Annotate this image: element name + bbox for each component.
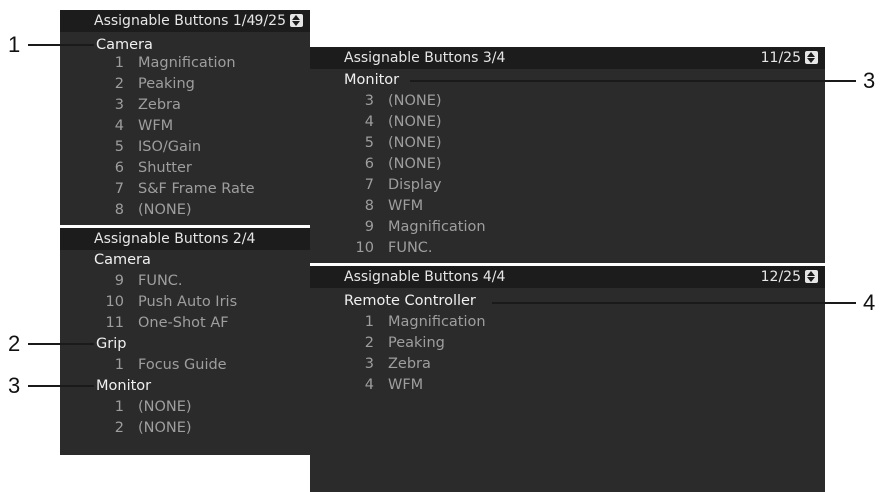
panel-2-title: Assignable Buttons 2/4 (94, 231, 256, 247)
menu-item[interactable]: 6 (NONE) (365, 154, 442, 174)
panel-1-title: Assignable Buttons 1/4 (94, 13, 256, 29)
menu-item[interactable]: 1 Focus Guide (115, 355, 227, 375)
menu-item[interactable]: 10 Push Auto Iris (106, 292, 238, 312)
menu-item[interactable]: 6 Shutter (115, 158, 192, 178)
menu-category-monitor[interactable]: Monitor (96, 376, 151, 396)
menu-item[interactable]: 5 (NONE) (365, 133, 442, 153)
menu-item[interactable]: 8 (NONE) (115, 200, 192, 220)
menu-item[interactable]: 5 ISO/Gain (115, 137, 201, 157)
panel-3-header: Assignable Buttons 3/4 11/25 (310, 47, 825, 69)
callout-number: 4 (863, 290, 876, 315)
menu-category-camera[interactable]: Camera (94, 250, 151, 270)
menu-item[interactable]: 8 WFM (365, 196, 423, 216)
callout-line (410, 80, 856, 82)
menu-item[interactable]: 4 WFM (115, 116, 173, 136)
panel-2-header: Assignable Buttons 2/4 (60, 228, 310, 250)
up-down-arrow-icon[interactable] (805, 51, 818, 64)
up-down-arrow-icon[interactable] (805, 270, 818, 283)
menu-item[interactable]: 10 FUNC. (356, 238, 433, 258)
menu-item[interactable]: 1 (NONE) (115, 397, 192, 417)
menu-item[interactable]: 9 Magnification (365, 217, 486, 237)
panel-3-page-number: 11/25 (760, 50, 801, 66)
menu-item[interactable]: 7 S&F Frame Rate (115, 179, 255, 199)
menu-item[interactable]: 3 Zebra (115, 95, 181, 115)
menu-category-grip[interactable]: Grip (96, 334, 126, 354)
menu-panel-1: Assignable Buttons 1/4 9/25 Camera 1 Magn… (60, 10, 310, 225)
panel-1-header: Assignable Buttons 1/4 9/25 (60, 10, 310, 32)
callout-line (28, 385, 94, 387)
menu-item[interactable]: 4 (NONE) (365, 112, 442, 132)
menu-item[interactable]: 2 (NONE) (115, 418, 192, 438)
panel-4-page-number: 12/25 (760, 269, 801, 285)
panel-3-title: Assignable Buttons 3/4 (344, 50, 506, 66)
menu-item[interactable]: 1 Magnification (365, 312, 486, 332)
menu-item[interactable]: 2 Peaking (115, 74, 195, 94)
callout-number: 2 (8, 331, 21, 356)
menu-category-remote-controller[interactable]: Remote Controller (344, 291, 476, 311)
panel-4-title: Assignable Buttons 4/4 (344, 269, 506, 285)
callout-line (492, 302, 856, 304)
callout-number: 3 (8, 373, 21, 398)
menu-item[interactable]: 1 Magnification (115, 53, 236, 73)
menu-category-camera[interactable]: Camera (96, 35, 153, 55)
menu-item[interactable]: 4 WFM (365, 375, 423, 395)
callout-number: 1 (8, 32, 21, 57)
menu-panel-2: Assignable Buttons 2/4 Camera 9 FUNC. 10 P… (60, 228, 310, 455)
menu-item[interactable]: 3 Zebra (365, 354, 431, 374)
menu-category-monitor[interactable]: Monitor (344, 70, 399, 90)
menu-item[interactable]: 2 Peaking (365, 333, 445, 353)
callout-number: 3 (863, 68, 876, 93)
panel-1-page-number: 9/25 (254, 13, 286, 29)
menu-item[interactable]: 7 Display (365, 175, 442, 195)
callout-line (28, 343, 94, 345)
menu-item[interactable]: 11 One-Shot AF (106, 313, 229, 333)
up-down-arrow-icon[interactable] (290, 14, 303, 27)
menu-item[interactable]: 9 FUNC. (115, 271, 183, 291)
panel-4-header: Assignable Buttons 4/4 12/25 (310, 266, 825, 288)
menu-item[interactable]: 3 (NONE) (365, 91, 442, 111)
callout-line (28, 44, 94, 46)
menu-panel-4: Assignable Buttons 4/4 12/25 Remote Cont… (310, 266, 825, 492)
